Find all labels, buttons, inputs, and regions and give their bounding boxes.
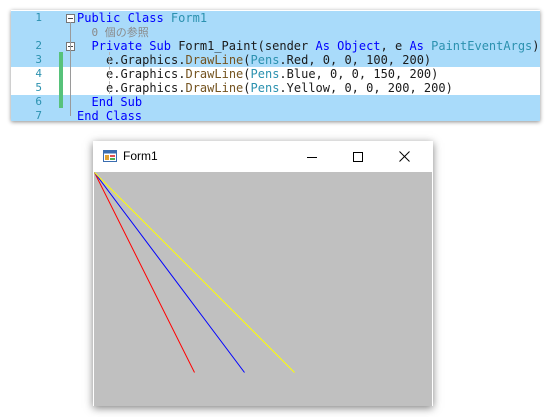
minimize-icon bbox=[307, 156, 317, 158]
line-number: 4 bbox=[35, 67, 42, 80]
code-token: ) bbox=[532, 39, 540, 53]
change-indicator-bar bbox=[59, 52, 63, 108]
line-number: 2 bbox=[35, 39, 42, 52]
line-number: 7 bbox=[35, 109, 42, 121]
code-token: e.Graphics. bbox=[106, 67, 186, 81]
code-token: End Sub bbox=[91, 95, 143, 109]
code-token: ( bbox=[243, 67, 251, 81]
indent-guide bbox=[109, 52, 110, 94]
code-line[interactable]: 1 Public Class Form1 bbox=[11, 11, 540, 25]
code-token: Pens bbox=[250, 67, 280, 81]
code-token: , e bbox=[380, 39, 410, 53]
yellow-drawn-line bbox=[94, 172, 295, 373]
code-token: Pens bbox=[250, 81, 280, 95]
code-token: Form1 bbox=[170, 11, 208, 25]
maximize-button[interactable] bbox=[335, 141, 381, 172]
code-text: 0 個の参照 bbox=[92, 25, 149, 40]
close-icon bbox=[398, 151, 410, 162]
code-token: .Red, 0, 0, 100, 200) bbox=[279, 53, 432, 67]
code-token: DrawLine bbox=[185, 67, 244, 81]
paint-surface bbox=[94, 172, 295, 373]
code-token: .Yellow, 0, 0, 200, 200) bbox=[279, 81, 453, 95]
code-token: e.Graphics. bbox=[106, 81, 186, 95]
code-token: Object bbox=[337, 39, 381, 53]
window-title: Form1 bbox=[123, 149, 158, 163]
red-drawn-line bbox=[94, 172, 195, 373]
line-number: 6 bbox=[35, 95, 42, 108]
form-window[interactable]: Form1 bbox=[93, 141, 433, 406]
code-line[interactable]: 7 End Class bbox=[11, 109, 540, 121]
code-text: Private Sub Form1_Paint(sender As Object… bbox=[92, 39, 540, 53]
code-text: e.Graphics.DrawLine(Pens.Blue, 0, 0, 150… bbox=[106, 67, 438, 81]
code-token: DrawLine bbox=[185, 81, 244, 95]
code-text: e.Graphics.DrawLine(Pens.Yellow, 0, 0, 2… bbox=[106, 81, 453, 95]
code-line[interactable]: 0 個の参照 bbox=[11, 25, 540, 39]
code-token: ( bbox=[243, 81, 251, 95]
code-text: End Sub bbox=[92, 95, 143, 109]
code-text: Public Class Form1 bbox=[77, 11, 207, 25]
code-token: DrawLine bbox=[185, 53, 244, 67]
line-number: 3 bbox=[35, 53, 42, 66]
code-token: ( bbox=[243, 53, 251, 67]
window-titlebar[interactable]: Form1 bbox=[93, 141, 433, 172]
code-token: e.Graphics. bbox=[106, 53, 186, 67]
code-line[interactable]: 6 End Sub bbox=[11, 95, 540, 109]
form-app-icon bbox=[103, 150, 117, 162]
code-token: PaintEventArgs bbox=[431, 39, 533, 53]
line-number: 5 bbox=[35, 81, 42, 94]
code-token: Form1_Paint(sender bbox=[178, 39, 316, 53]
close-button[interactable] bbox=[381, 141, 427, 172]
code-token: Pens bbox=[250, 53, 280, 67]
code-text: e.Graphics.DrawLine(Pens.Red, 0, 0, 100,… bbox=[106, 53, 431, 67]
code-token: Public Class bbox=[77, 11, 171, 25]
code-token: As bbox=[409, 39, 432, 53]
code-token: As bbox=[315, 39, 338, 53]
code-token: .Blue, 0, 0, 150, 200) bbox=[279, 67, 439, 81]
code-line[interactable]: 3 e.Graphics.DrawLine(Pens.Red, 0, 0, 100… bbox=[11, 53, 540, 67]
code-token: End Class bbox=[77, 109, 143, 121]
form-client-area[interactable] bbox=[94, 172, 432, 406]
outline-guide-sub bbox=[70, 50, 71, 96]
code-line[interactable]: 5 e.Graphics.DrawLine(Pens.Yellow, 0, 0, … bbox=[11, 81, 540, 95]
code-token: Private Sub bbox=[91, 39, 179, 53]
blue-drawn-line bbox=[94, 172, 245, 373]
code-text: End Class bbox=[77, 109, 142, 121]
reference-count-hint[interactable]: 0 個の参照 bbox=[92, 26, 149, 39]
maximize-icon bbox=[353, 151, 363, 162]
line-number: 1 bbox=[35, 11, 42, 24]
code-editor[interactable]: 1 Public Class Form1 0 個の参照 2 Private Sub Fo… bbox=[11, 10, 540, 121]
code-line[interactable]: 2 Private Sub Form1_Paint(sender As Objec… bbox=[11, 39, 540, 53]
minimize-button[interactable] bbox=[289, 141, 335, 172]
code-line[interactable]: 4 e.Graphics.DrawLine(Pens.Blue, 0, 0, 15… bbox=[11, 67, 540, 81]
